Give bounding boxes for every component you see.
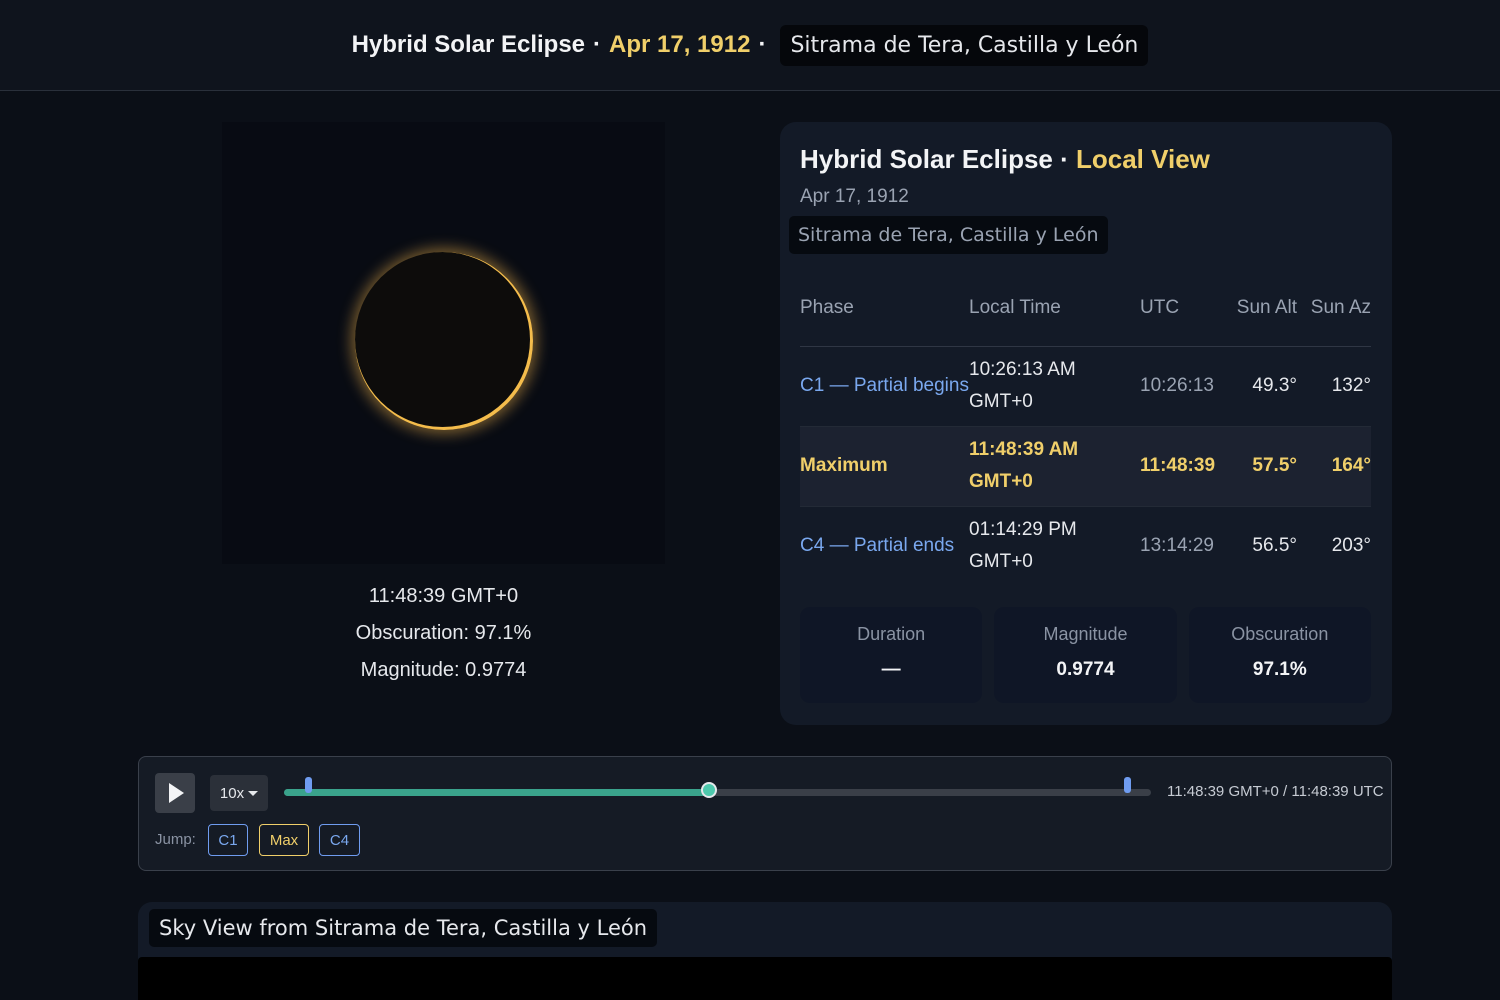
local-view-panel: Hybrid Solar Eclipse · Local View Apr 17… xyxy=(780,122,1392,725)
jump-c1-button[interactable]: C1 xyxy=(208,824,248,856)
table-row[interactable]: C4 — Partial ends 01:14:29 PM GMT+0 13:1… xyxy=(800,506,1371,586)
time-readout: 11:48:39 GMT+0 / 11:48:39 UTC xyxy=(1167,783,1384,800)
metric-value: 97.1% xyxy=(1252,659,1307,680)
sky-view-title: Sky View from Sitrama de Tera, Castilla … xyxy=(149,909,658,947)
utc-cell: 11:48:39 xyxy=(1140,426,1235,507)
metrics-row: Duration — Magnitude 0.9774 Obscuration … xyxy=(800,607,1371,703)
metric-magnitude: Magnitude 0.9774 xyxy=(994,607,1177,703)
table-row[interactable]: C1 — Partial begins 10:26:13 AM GMT+0 10… xyxy=(800,346,1371,427)
timeline-thumb[interactable] xyxy=(700,782,717,798)
speed-value: 10x xyxy=(219,784,245,802)
speed-select[interactable]: 10x xyxy=(210,775,268,811)
phase-link-c4[interactable]: C4 — Partial ends xyxy=(800,506,969,586)
panel-date: Apr 17, 1912 xyxy=(800,186,909,207)
timeline-slider[interactable] xyxy=(284,777,1151,798)
local-time-cell: 11:48:39 AM GMT+0 xyxy=(969,426,1140,507)
col-utc: UTC xyxy=(1140,270,1235,347)
caret-down-icon xyxy=(248,790,259,796)
metric-value: — xyxy=(881,659,901,680)
location-label: Sitrama de Tera, Castilla y León xyxy=(780,24,1149,66)
phase-maximum[interactable]: Maximum xyxy=(800,426,969,507)
col-sun-alt: Sun Alt xyxy=(1235,270,1297,347)
phase-link-c1[interactable]: C1 — Partial begins xyxy=(800,346,969,427)
phase-table: Phase Local Time UTC Sun Alt Sun Az C1 —… xyxy=(800,270,1371,586)
title-separator: · xyxy=(758,31,767,58)
play-icon xyxy=(169,783,184,803)
table-header-row: Phase Local Time UTC Sun Alt Sun Az xyxy=(800,270,1371,347)
panel-title-accent: Local View xyxy=(1075,144,1210,174)
sun-alt-cell: 49.3° xyxy=(1235,346,1297,427)
sun-view-obscuration: Obscuration: 97.1% xyxy=(355,622,532,644)
sky-view-canvas[interactable] xyxy=(138,957,1392,1000)
c1-marker xyxy=(305,777,313,793)
sun-az-cell: 164° xyxy=(1297,426,1371,507)
metric-duration: Duration — xyxy=(800,607,983,703)
panel-title: Hybrid Solar Eclipse · Local View xyxy=(800,144,1210,175)
sun-alt-cell: 57.5° xyxy=(1235,426,1297,507)
local-time-cell: 10:26:13 AM GMT+0 xyxy=(969,346,1140,427)
sun-alt-cell: 56.5° xyxy=(1252,535,1297,557)
jump-max-button[interactable]: Max xyxy=(259,824,309,856)
sun-az-cell: 132° xyxy=(1297,346,1371,427)
eclipse-title: Hybrid Solar Eclipse xyxy=(351,31,586,58)
local-time-cell: 01:14:29 PM GMT+0 xyxy=(969,519,1077,573)
panel-title-separator: · xyxy=(1052,144,1076,174)
jump-label: Jump: xyxy=(155,831,196,848)
panel-location: Sitrama de Tera, Castilla y León xyxy=(789,216,1108,254)
metric-label: Obscuration xyxy=(1231,624,1329,644)
c4-marker xyxy=(1123,777,1131,793)
sun-view-time: 11:48:39 GMT+0 xyxy=(368,585,519,607)
panel-title-main: Hybrid Solar Eclipse xyxy=(800,144,1053,174)
table-row[interactable]: Maximum 11:48:39 AM GMT+0 11:48:39 57.5°… xyxy=(800,426,1371,507)
sun-az-cell: 203° xyxy=(1331,535,1371,557)
title-separator: · xyxy=(593,31,602,58)
play-button[interactable] xyxy=(155,773,195,813)
col-sun-az: Sun Az xyxy=(1297,270,1371,347)
sun-view-magnitude: Magnitude: 0.9774 xyxy=(360,659,527,681)
metric-label: Duration xyxy=(857,624,926,644)
metric-value: 0.9774 xyxy=(1056,659,1115,680)
header: Hybrid Solar Eclipse · Apr 17, 1912 · Si… xyxy=(0,0,1500,91)
utc-cell: 10:26:13 xyxy=(1140,346,1235,427)
sun-view-stats: 11:48:39 GMT+0 Obscuration: 97.1% Magnit… xyxy=(222,578,665,689)
timeline-progress xyxy=(284,789,709,796)
playback-controls: 10x 11:48:39 GMT+0 / 11:48:39 UTC Jump: … xyxy=(138,756,1392,871)
moon-disk xyxy=(355,252,530,427)
jump-c4-button[interactable]: C4 xyxy=(319,824,360,856)
utc-cell: 13:14:29 xyxy=(1140,535,1214,557)
sky-view-panel: Sky View from Sitrama de Tera, Castilla … xyxy=(138,902,1392,1000)
eclipse-date: Apr 17, 1912 xyxy=(609,31,751,58)
metric-obscuration: Obscuration 97.1% xyxy=(1188,607,1371,703)
metric-label: Magnitude xyxy=(1043,624,1128,644)
col-phase: Phase xyxy=(800,270,969,347)
col-local-time: Local Time xyxy=(969,270,1140,347)
eclipse-sun-view xyxy=(222,122,665,564)
